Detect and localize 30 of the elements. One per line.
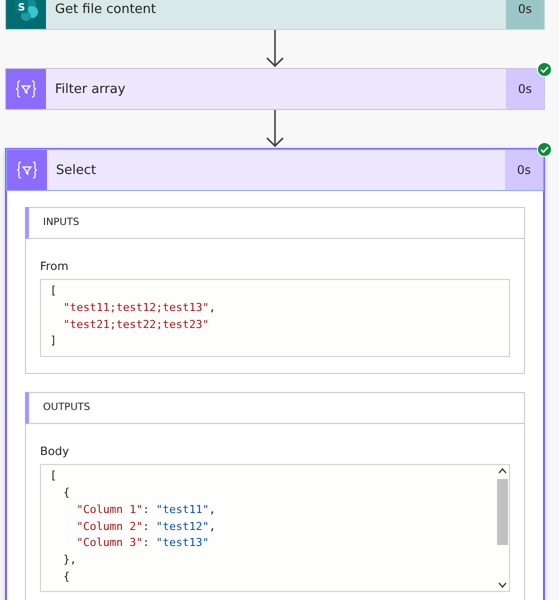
- action-card[interactable]: S Get file content 0s: [5, 0, 545, 30]
- scroll-down-icon[interactable]: [498, 582, 507, 588]
- code-line: {: [62, 484, 71, 501]
- action-card[interactable]: Select 0s INPUTS From [ "test11;test12;test13", "test21;test22;test23" ] OUTPUTS Body [ { "Column 1": "test11", "Column 2": "test12", "Column 3": "test13" }, {: [5, 148, 545, 600]
- field-label: Body: [40, 444, 70, 458]
- code-line: [: [50, 468, 58, 484]
- action-title: Filter array: [55, 82, 126, 96]
- action-title: Select: [56, 162, 96, 178]
- code-line: "Column 3": "test13": [75, 535, 210, 552]
- action-card[interactable]: Filter array 0s: [5, 68, 545, 110]
- curly-braces-filter-icon: [16, 161, 38, 179]
- scroll-up-icon[interactable]: [498, 468, 507, 474]
- code-line: {: [62, 568, 71, 585]
- code-line: ]: [50, 333, 58, 350]
- code-line: "Column 1": "test11",: [75, 502, 217, 518]
- code-line: "test11;test12;test13",: [62, 300, 217, 316]
- curly-braces-filter-icon: [15, 80, 37, 98]
- panel-heading: OUTPUTS: [25, 392, 524, 424]
- code-line: [: [50, 283, 58, 299]
- panel-heading: INPUTS: [25, 207, 524, 239]
- duration-label: 0s: [506, 69, 544, 109]
- duration-label: 0s: [506, 0, 544, 29]
- duration-label: 0s: [505, 150, 543, 190]
- code-line: "Column 2": "test12",: [75, 518, 217, 535]
- code-line: },: [62, 552, 78, 568]
- action-title: Get file content: [55, 2, 156, 16]
- field-label: From: [40, 259, 70, 273]
- down-arrow: [265, 110, 285, 148]
- code-line: "test21;test22;test23": [62, 316, 210, 333]
- down-arrow: [265, 30, 285, 68]
